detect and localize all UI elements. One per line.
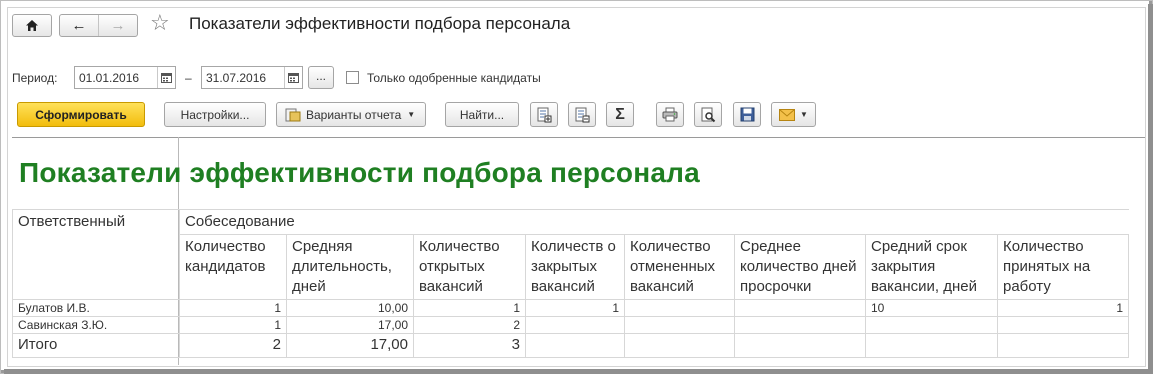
total-cell [997, 333, 1129, 358]
total-cell [525, 333, 625, 358]
table-row[interactable]: Савинская З.Ю. 1 17,00 2 [12, 316, 1129, 334]
approved-only-label: Только одобренные кандидаты [367, 71, 541, 85]
report-variants-button[interactable]: Варианты отчета ▼ [276, 102, 426, 127]
approved-only-checkbox[interactable] [346, 71, 359, 84]
total-label: Итого [12, 333, 180, 358]
column-header: Количеств о закрытых вакансий [525, 234, 625, 300]
find-button[interactable]: Найти... [445, 102, 519, 127]
collapse-groups-button[interactable] [568, 102, 596, 127]
window-shadow-right [1148, 4, 1153, 374]
period-select-button[interactable]: ... [308, 66, 334, 89]
period-from-field[interactable]: 01.01.2016 [74, 66, 176, 89]
home-icon [26, 20, 38, 31]
back-button[interactable]: ← [60, 15, 98, 36]
header-row-group: Ответственный Собеседование [12, 209, 1129, 300]
forward-button[interactable]: → [99, 15, 137, 36]
period-to-value: 31.07.2016 [206, 70, 267, 85]
table-cell: 1 [179, 299, 287, 317]
table-cell: 10 [865, 299, 998, 317]
total-cell [624, 333, 735, 358]
table-cell [734, 316, 866, 334]
table-cell: 10,00 [286, 299, 414, 317]
print-preview-icon [701, 107, 716, 122]
total-cell [865, 333, 998, 358]
total-cell: 3 [413, 333, 526, 358]
header-row-columns: Количество кандидатов Средняя длительнос… [13, 234, 1129, 300]
dropdown-arrow-icon: ▼ [800, 110, 808, 119]
calendar-icon[interactable] [157, 67, 175, 88]
window-shadow-bottom [4, 369, 1153, 374]
report-title: Показатели эффективности подбора персона… [19, 157, 700, 188]
column-header: Количество принятых на работу [997, 234, 1129, 300]
sum-button[interactable]: Σ [606, 102, 634, 127]
send-email-button[interactable]: ▼ [771, 102, 816, 127]
column-header: Количество отмененных вакансий [624, 234, 735, 300]
report-top-border [12, 137, 1145, 138]
table-cell [624, 299, 735, 317]
dropdown-arrow-icon: ▼ [407, 110, 416, 119]
column-header: Средний срок закрытия вакансии, дней [865, 234, 998, 300]
row-name: Булатов И.В. [12, 299, 180, 317]
settings-button[interactable]: Настройки... [164, 102, 266, 127]
envelope-icon [779, 108, 796, 121]
table-cell [624, 316, 735, 334]
header-responsible: Ответственный [12, 209, 180, 300]
table-cell: 1 [997, 299, 1129, 317]
report-table: Ответственный Собеседование Количество к… [12, 209, 1129, 358]
calendar-icon[interactable] [284, 67, 302, 88]
period-dash: – [185, 71, 192, 85]
table-row[interactable]: Булатов И.В. 1 10,00 1 1 10 1 [12, 299, 1129, 317]
table-cell: 1 [179, 316, 287, 334]
column-header: Количество кандидатов [179, 234, 287, 300]
header-interview-group: Собеседование [179, 209, 1129, 235]
back-forward-group: ← → [59, 14, 138, 37]
period-label: Период: [12, 71, 58, 85]
table-cell: 17,00 [286, 316, 414, 334]
save-button[interactable] [733, 102, 761, 127]
generate-button[interactable]: Сформировать [17, 102, 145, 127]
window-title: Показатели эффективности подбора персона… [189, 14, 571, 33]
period-to-field[interactable]: 31.07.2016 [201, 66, 303, 89]
print-preview-button[interactable] [694, 102, 722, 127]
table-cell [997, 316, 1129, 334]
column-header: Количество открытых вакансий [413, 234, 526, 300]
total-cell [734, 333, 866, 358]
floppy-disk-icon [740, 107, 754, 122]
table-cell [525, 316, 625, 334]
total-cell: 17,00 [286, 333, 414, 358]
total-row[interactable]: Итого 2 17,00 3 [12, 333, 1129, 358]
print-button[interactable] [656, 102, 684, 127]
column-header: Средняя длительность, дней [286, 234, 414, 300]
report-variants-icon [285, 108, 301, 121]
home-button[interactable] [12, 14, 52, 37]
report-variants-label: Варианты отчета [306, 107, 402, 122]
total-cell: 2 [179, 333, 287, 358]
table-cell: 1 [413, 299, 526, 317]
table-cell: 2 [413, 316, 526, 334]
expand-groups-button[interactable] [530, 102, 558, 127]
table-cell [734, 299, 866, 317]
collapse-groups-icon [575, 107, 590, 122]
row-name: Савинская З.Ю. [12, 316, 180, 334]
printer-icon [662, 107, 678, 122]
table-cell [865, 316, 998, 334]
column-header: Среднее количество дней просрочки [734, 234, 866, 300]
table-cell: 1 [525, 299, 625, 317]
favorite-star-icon[interactable]: ☆ [150, 10, 170, 36]
expand-groups-icon [537, 107, 552, 122]
period-from-value: 01.01.2016 [79, 70, 140, 85]
